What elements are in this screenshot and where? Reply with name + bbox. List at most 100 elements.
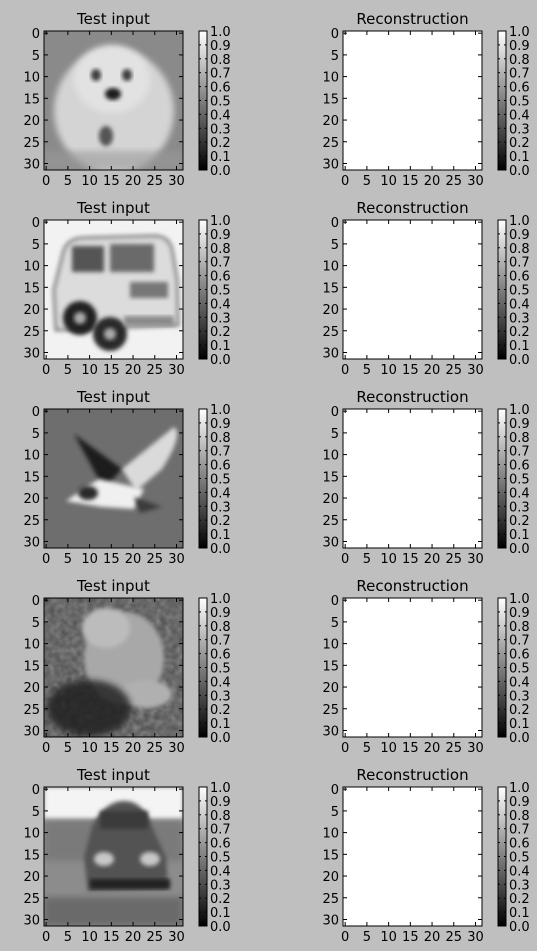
- colorbar-tick-label: 0.1: [509, 717, 530, 732]
- x-tick-label: 15: [402, 363, 419, 378]
- y-tick-label: 25: [23, 325, 40, 340]
- y-tick-label: 20: [322, 303, 339, 318]
- colorbar-tick-label: 0.0: [509, 920, 530, 935]
- heatmap-image: [343, 220, 482, 359]
- y-tick-label: 15: [23, 848, 40, 863]
- y-tick-label: 10: [322, 71, 339, 86]
- x-tick-label: 25: [146, 174, 163, 189]
- colorbar-tick-label: 0.3: [509, 878, 530, 893]
- subplot-reconstruction: Reconstruction0 5 10 15 20 25 30051015202530 0.…: [322, 388, 529, 567]
- colorbar-tick-label: 0.3: [509, 311, 530, 326]
- colorbar-tick-label: 0.2: [509, 892, 530, 907]
- x-tick-label: 10: [380, 363, 397, 378]
- colorbar-tick-label: 0.6: [210, 270, 231, 285]
- y-tick-label: 15: [23, 659, 40, 674]
- y-tick-label: 0: [32, 783, 40, 798]
- colorbar-tick-label: 0.1: [210, 528, 231, 543]
- y-tick-label: 5: [331, 238, 339, 253]
- x-tick-label: 15: [103, 741, 120, 756]
- colorbar-tick-label: 0.5: [210, 473, 231, 488]
- colorbar-tick-label: 0.3: [210, 122, 231, 137]
- y-tick-label: 30: [322, 535, 339, 550]
- colorbar-tick-label: 0.8: [210, 242, 231, 257]
- wheel-hub: [74, 312, 86, 324]
- colorbar-tick-label: 0.7: [210, 256, 231, 271]
- x-tick-label: 5: [363, 552, 371, 567]
- subplot-reconstruction: Reconstruction0 5 10 15 20 25 30051015202530 0.…: [322, 577, 529, 756]
- x-tick-label: 0: [42, 174, 50, 189]
- car-bumper: [124, 316, 174, 326]
- colorbar-tick-label: 0.3: [509, 122, 530, 137]
- y-tick-label: 25: [322, 892, 339, 907]
- colorbar-tick-label: 0.9: [210, 39, 231, 54]
- x-tick-label: 5: [64, 741, 72, 756]
- subplot-test-input: Test input0 5 10 15 20 25 30051015202530 0.00.1…: [23, 388, 230, 567]
- colorbar-tick-label: 0.7: [210, 445, 231, 460]
- x-tick-label: 0: [341, 174, 349, 189]
- colorbar-tick-label: 0.5: [509, 473, 530, 488]
- road: [44, 897, 183, 926]
- y-tick-label: 5: [331, 49, 339, 64]
- x-tick-label: 20: [424, 552, 441, 567]
- y-tick-label: 30: [322, 157, 339, 172]
- x-tick-label: 10: [81, 552, 98, 567]
- x-tick-label: 30: [168, 363, 185, 378]
- heatmap-image: [343, 598, 482, 737]
- x-tick-label: 25: [445, 174, 462, 189]
- colorbar-tick-label: 1.0: [509, 403, 530, 418]
- x-tick-label: 30: [467, 930, 484, 945]
- heatmap-image: [343, 787, 482, 926]
- colorbar-tick-label: 0.9: [210, 606, 231, 621]
- colorbar-tick-label: 0.8: [210, 620, 231, 635]
- subplot-title: Test input: [76, 199, 150, 217]
- colorbar-tick-label: 0.8: [210, 53, 231, 68]
- colorbar-tick-label: 0.1: [210, 150, 231, 165]
- colorbar-tick-label: 0.5: [509, 662, 530, 677]
- car-headlight: [94, 852, 114, 866]
- x-tick-label: 0: [42, 552, 50, 567]
- x-tick-label: 10: [81, 930, 98, 945]
- x-tick-label: 30: [168, 741, 185, 756]
- x-tick-label: 20: [125, 363, 142, 378]
- colorbar-tick-label: 0.7: [509, 67, 530, 82]
- subplot-title: Test input: [76, 766, 150, 784]
- colorbar-tick-label: 0.5: [210, 284, 231, 299]
- colorbar-tick-label: 0.6: [509, 837, 530, 852]
- x-tick-label: 25: [445, 741, 462, 756]
- wheel-hub: [104, 328, 116, 340]
- colorbar-tick-label: 0.4: [509, 864, 530, 879]
- y-tick-label: 20: [23, 681, 40, 696]
- figure-canvas: Test input0 5 10 15 20 25 30051015202530 0.00.1…: [23, 10, 530, 945]
- x-tick-label: 30: [168, 552, 185, 567]
- x-tick-label: 15: [402, 930, 419, 945]
- colorbar-tick-label: 0.4: [210, 486, 231, 501]
- x-tick-label: 25: [146, 363, 163, 378]
- x-tick-label: 30: [467, 741, 484, 756]
- x-tick-label: 5: [64, 552, 72, 567]
- colorbar-tick-label: 0.8: [509, 242, 530, 257]
- car-window: [72, 246, 104, 272]
- colorbar-tick-label: 0.2: [210, 325, 231, 340]
- heatmap-image: [44, 409, 183, 548]
- colorbar-tick-label: 0.3: [210, 689, 231, 704]
- colorbar-tick-label: 0.9: [210, 228, 231, 243]
- colorbar-tick-label: 0.2: [210, 136, 231, 151]
- colorbar-tick-label: 0.2: [509, 325, 530, 340]
- colorbar-tick-label: 0.1: [509, 528, 530, 543]
- x-tick-label: 5: [363, 363, 371, 378]
- colorbar-tick-label: 0.8: [509, 620, 530, 635]
- y-tick-label: 10: [322, 638, 339, 653]
- colorbar-tick-label: 0.7: [210, 823, 231, 838]
- x-tick-label: 15: [103, 174, 120, 189]
- colorbar-tick-label: 1.0: [509, 25, 530, 40]
- colorbar-tick-label: 0.4: [509, 108, 530, 123]
- colorbar-tick-label: 0.7: [210, 67, 231, 82]
- x-tick-label: 0: [42, 741, 50, 756]
- y-tick-label: 20: [23, 492, 40, 507]
- colorbar-tick-label: 1.0: [509, 214, 530, 229]
- colorbar-tick-label: 1.0: [509, 781, 530, 796]
- y-tick-label: 20: [322, 870, 339, 885]
- dog-shadow: [99, 126, 113, 146]
- dog-head: [74, 45, 150, 113]
- x-tick-label: 15: [103, 363, 120, 378]
